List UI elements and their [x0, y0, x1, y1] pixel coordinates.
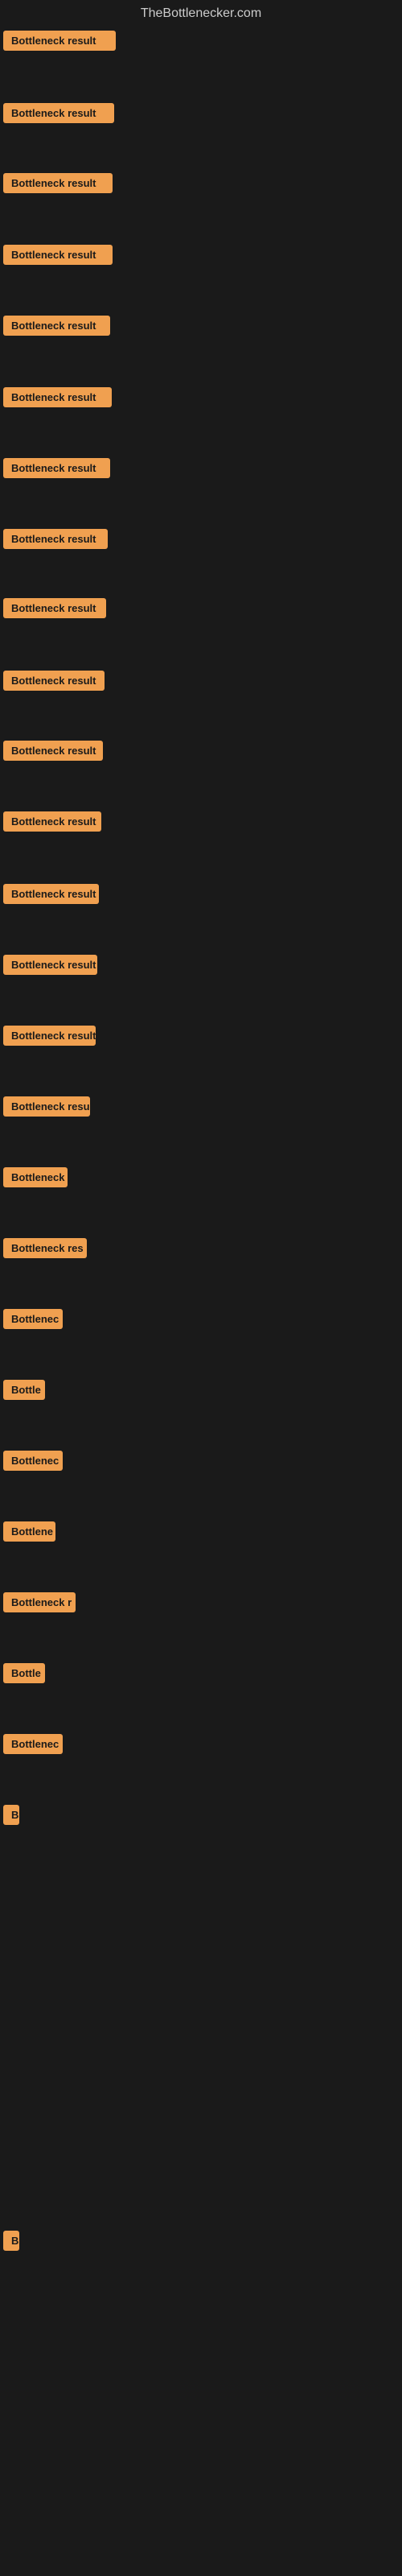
bottleneck-item: Bottleneck result	[0, 811, 101, 836]
bottleneck-badge: Bottleneck result	[3, 955, 97, 975]
bottleneck-item: Bottleneck result	[0, 316, 110, 340]
bottleneck-item: Bottle	[0, 1380, 45, 1404]
bottleneck-item: Bottleneck r	[0, 1592, 76, 1616]
bottleneck-item: Bottleneck result	[0, 741, 103, 765]
bottleneck-badge: Bottleneck result	[3, 173, 113, 193]
bottleneck-badge: B	[3, 2231, 19, 2251]
bottleneck-badge: Bottleneck result	[3, 671, 105, 691]
bottleneck-item: Bottlenec	[0, 1309, 63, 1333]
bottleneck-badge: Bottlenec	[3, 1451, 63, 1471]
bottleneck-badge: Bottleneck	[3, 1167, 68, 1187]
bottleneck-item: Bottleneck result	[0, 955, 97, 979]
bottleneck-badge: Bottleneck result	[3, 811, 101, 832]
bottleneck-item: Bottleneck result	[0, 884, 99, 908]
bottleneck-badge: Bottleneck res	[3, 1238, 87, 1258]
bottleneck-badge: Bottleneck result	[3, 458, 110, 478]
site-title: TheBottlenecker.com	[0, 0, 402, 31]
bottleneck-badge: Bottleneck r	[3, 1592, 76, 1612]
bottleneck-item: B	[0, 2231, 19, 2255]
bottleneck-item: Bottleneck result	[0, 458, 110, 482]
bottleneck-badge: Bottleneck result	[3, 884, 99, 904]
bottleneck-badge: Bottleneck result	[3, 529, 108, 549]
bottleneck-badge: Bottleneck result	[3, 598, 106, 618]
bottleneck-badge: Bottlene	[3, 1521, 55, 1542]
bottleneck-badge: Bottlenec	[3, 1734, 63, 1754]
bottleneck-badge: Bottleneck resu	[3, 1096, 90, 1117]
bottleneck-item: Bottleneck result	[0, 1026, 96, 1050]
bottleneck-badge: Bottle	[3, 1380, 45, 1400]
bottleneck-item: Bottleneck result	[0, 387, 112, 411]
bottleneck-badge: Bottleneck result	[3, 103, 114, 123]
bottleneck-badge: Bottleneck result	[3, 245, 113, 265]
bottleneck-badge: Bottleneck result	[3, 741, 103, 761]
bottleneck-item: Bottleneck result	[0, 173, 113, 197]
bottleneck-item: Bottleneck result	[0, 598, 106, 622]
bottleneck-item: Bottleneck	[0, 1167, 68, 1191]
bottleneck-item: Bottlenec	[0, 1451, 63, 1475]
bottleneck-badge: Bottleneck result	[3, 387, 112, 407]
bottleneck-badge: Bottleneck result	[3, 316, 110, 336]
bottleneck-badge: Bottleneck result	[3, 31, 116, 51]
bottleneck-item: B	[0, 1805, 19, 1829]
bottleneck-badge: Bottleneck result	[3, 1026, 96, 1046]
bottleneck-item: Bottleneck result	[0, 31, 116, 55]
bottleneck-badge: Bottlenec	[3, 1309, 63, 1329]
bottleneck-badge: Bottle	[3, 1663, 45, 1683]
bottleneck-badge: B	[3, 1805, 19, 1825]
bottleneck-item: Bottle	[0, 1663, 45, 1687]
bottleneck-item: Bottleneck resu	[0, 1096, 90, 1121]
bottleneck-item: Bottleneck result	[0, 103, 114, 127]
bottleneck-item: Bottlene	[0, 1521, 55, 1546]
bottleneck-item: Bottleneck res	[0, 1238, 87, 1262]
bottleneck-item: Bottleneck result	[0, 245, 113, 269]
bottleneck-item: Bottleneck result	[0, 529, 108, 553]
bottleneck-item: Bottlenec	[0, 1734, 63, 1758]
bottleneck-item: Bottleneck result	[0, 671, 105, 695]
